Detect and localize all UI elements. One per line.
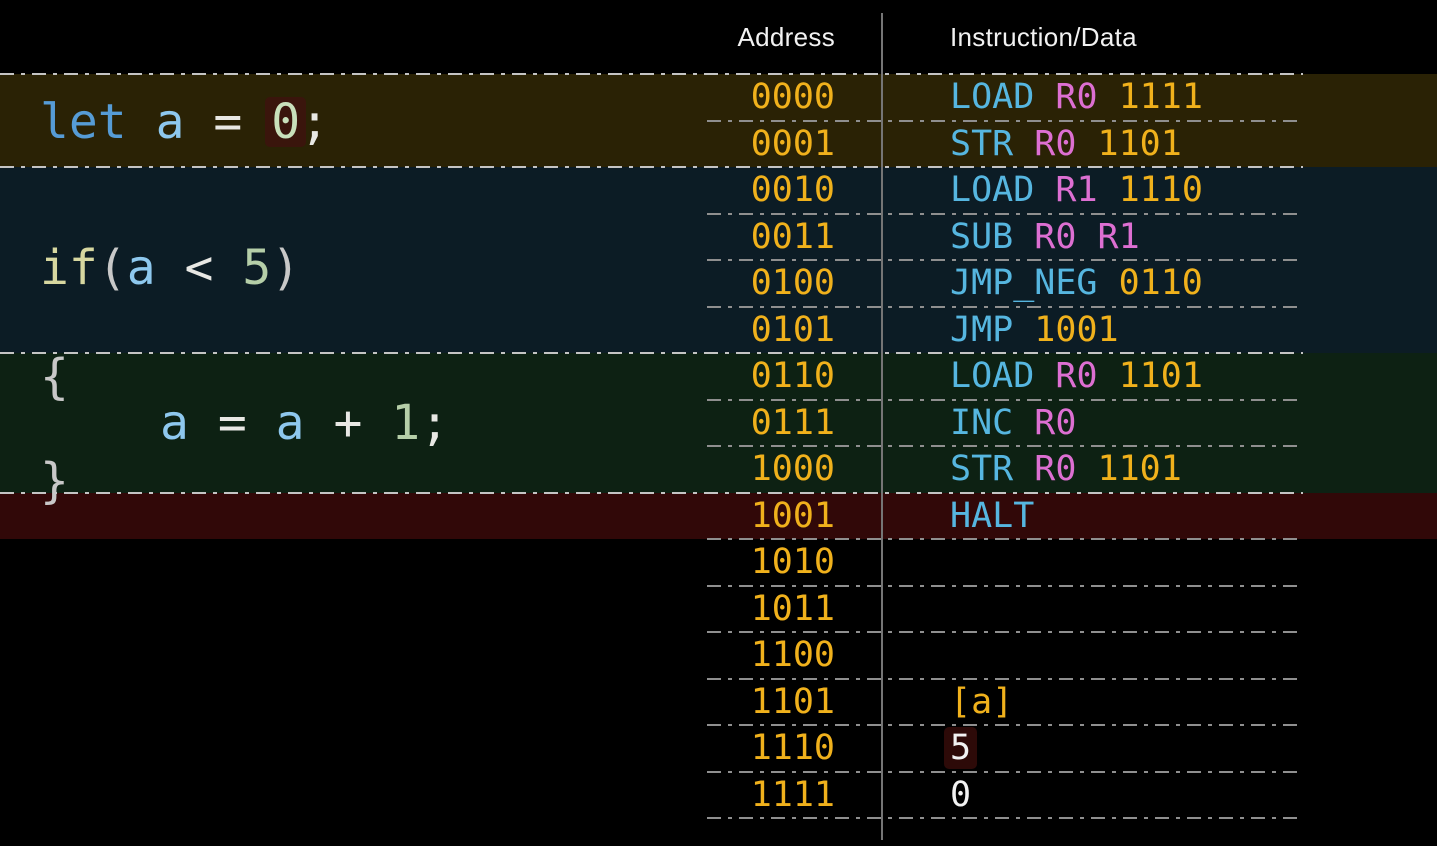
token xyxy=(1013,449,1034,489)
token: LOAD xyxy=(950,77,1034,117)
memory-address: 0110 xyxy=(707,356,835,396)
table-row: 1101 [a] xyxy=(0,679,1437,726)
table-row: 0111 INC R0 xyxy=(0,400,1437,447)
token: JMP_NEG xyxy=(950,263,1098,303)
token: 1110 xyxy=(1119,170,1203,210)
token: LOAD xyxy=(950,356,1034,396)
token: R0 xyxy=(1034,403,1076,443)
instruction-cell: JMP 1001 xyxy=(950,310,1119,350)
memory-address: 0001 xyxy=(707,124,835,164)
table-row: 0101 JMP 1001 xyxy=(0,307,1437,354)
memory-address: 1100 xyxy=(707,635,835,675)
instruction-cell: 5 xyxy=(950,728,971,768)
instruction-cell: LOAD R0 1111 xyxy=(950,77,1203,117)
table-row: 0110 LOAD R0 1101 xyxy=(0,353,1437,400)
token: JMP xyxy=(950,310,1013,350)
token xyxy=(1034,77,1055,117)
table-row: 1001 HALT xyxy=(0,493,1437,540)
token xyxy=(1098,263,1119,303)
token: R0 xyxy=(1055,356,1097,396)
table-row: 0011 SUB R0 R1 xyxy=(0,214,1437,261)
token: HALT xyxy=(950,496,1034,536)
instruction-cell: 0 xyxy=(950,775,971,815)
token: R0 xyxy=(1034,217,1076,257)
table-row: 1110 5 xyxy=(0,725,1437,772)
token xyxy=(1076,449,1097,489)
token: R1 xyxy=(1055,170,1097,210)
instruction-column-header-label: Instruction/Data xyxy=(950,22,1137,53)
token: SUB xyxy=(950,217,1013,257)
instruction-cell: STR R0 1101 xyxy=(950,449,1182,489)
memory-address: 0011 xyxy=(707,217,835,257)
token: 1101 xyxy=(1098,124,1182,164)
token xyxy=(1098,356,1119,396)
token: 1001 xyxy=(1034,310,1118,350)
memory-address: 1011 xyxy=(707,589,835,629)
instruction-column-header: Instruction/Data xyxy=(950,0,1137,74)
memory-address: 0111 xyxy=(707,403,835,443)
table-row: 0000 LOAD R0 1111 xyxy=(0,74,1437,121)
token: STR xyxy=(950,449,1013,489)
token xyxy=(1013,124,1034,164)
table-row: 1011 xyxy=(0,586,1437,633)
token: R0 xyxy=(1034,449,1076,489)
token: [a] xyxy=(950,682,1013,722)
table-row: 1111 0 xyxy=(0,772,1437,819)
memory-address: 1010 xyxy=(707,542,835,582)
table-row: 0010 LOAD R1 1110 xyxy=(0,167,1437,214)
memory-address: 1000 xyxy=(707,449,835,489)
memory-address: 1110 xyxy=(707,728,835,768)
token: R0 xyxy=(1034,124,1076,164)
instruction-cell: LOAD R1 1110 xyxy=(950,170,1203,210)
table-row: 0100 JMP_NEG 0110 xyxy=(0,260,1437,307)
token xyxy=(1013,217,1034,257)
token xyxy=(1076,124,1097,164)
token xyxy=(1013,310,1034,350)
token xyxy=(1013,403,1034,443)
instruction-cell: LOAD R0 1101 xyxy=(950,356,1203,396)
memory-address: 0010 xyxy=(707,170,835,210)
address-column-header-label: Address xyxy=(738,22,835,53)
token: LOAD xyxy=(950,170,1034,210)
table-row: 1010 xyxy=(0,539,1437,586)
assembly-memory-diagram: Address Instruction/Data let a = 0;if(a … xyxy=(0,0,1437,846)
memory-address: 0101 xyxy=(707,310,835,350)
instruction-cell: SUB R0 R1 xyxy=(950,217,1140,257)
table-row: 0001 STR R0 1101 xyxy=(0,121,1437,168)
token: 5 xyxy=(944,727,977,769)
token: 0110 xyxy=(1119,263,1203,303)
instruction-cell: HALT xyxy=(950,496,1034,536)
memory-address: 1111 xyxy=(707,775,835,815)
table-row: 1100 xyxy=(0,632,1437,679)
token: R0 xyxy=(1055,77,1097,117)
token: INC xyxy=(950,403,1013,443)
instruction-cell: JMP_NEG 0110 xyxy=(950,263,1203,303)
token: STR xyxy=(950,124,1013,164)
token: 1111 xyxy=(1119,77,1203,117)
token xyxy=(1098,77,1119,117)
instruction-cell: INC R0 xyxy=(950,403,1076,443)
token: R1 xyxy=(1098,217,1140,257)
memory-address: 1101 xyxy=(707,682,835,722)
table-row: 1000 STR R0 1101 xyxy=(0,446,1437,493)
token: 1101 xyxy=(1098,449,1182,489)
token xyxy=(1076,217,1097,257)
address-column-header: Address xyxy=(707,0,835,74)
token xyxy=(1034,356,1055,396)
token: 0 xyxy=(950,775,971,815)
memory-address: 0100 xyxy=(707,263,835,303)
memory-address: 1001 xyxy=(707,496,835,536)
token: 1101 xyxy=(1119,356,1203,396)
memory-address: 0000 xyxy=(707,77,835,117)
instruction-cell: [a] xyxy=(950,682,1013,722)
token xyxy=(1034,170,1055,210)
instruction-cell: STR R0 1101 xyxy=(950,124,1182,164)
token xyxy=(1098,170,1119,210)
